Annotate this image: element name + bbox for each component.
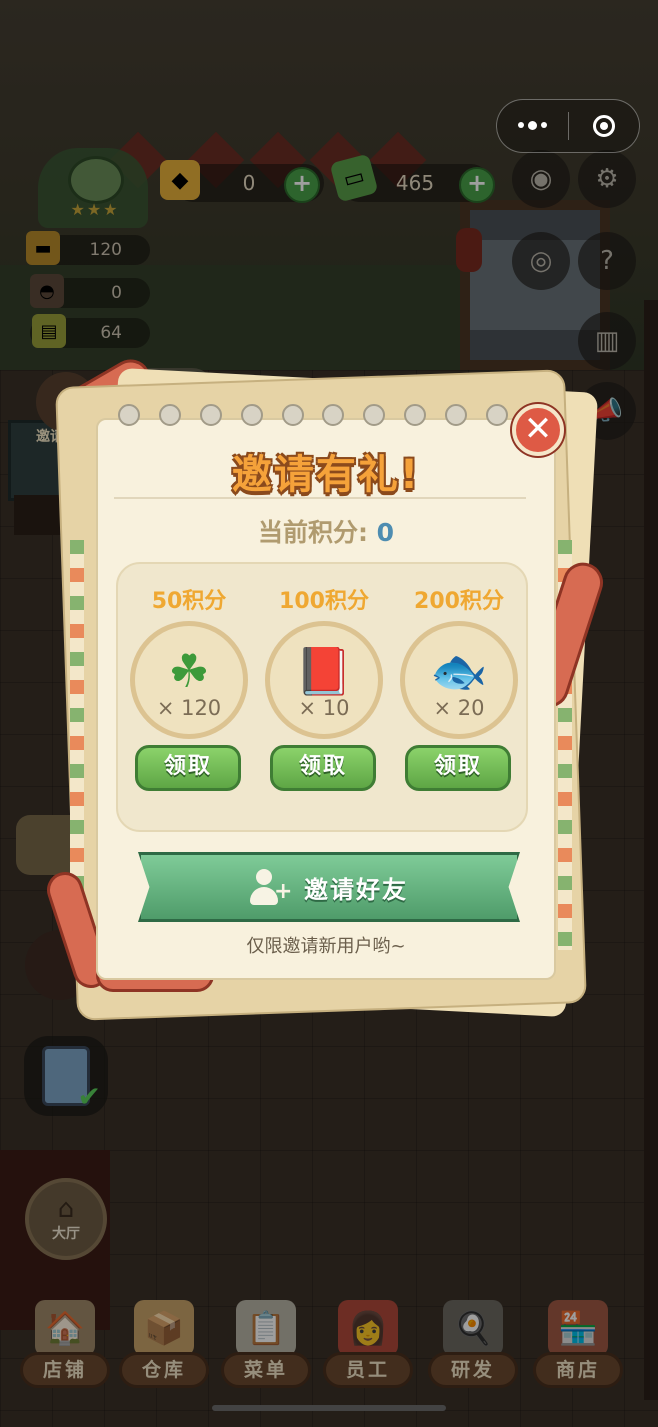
- close-icon: ✕: [523, 409, 553, 449]
- dialog-title: 邀请有礼!: [231, 452, 421, 498]
- close-button[interactable]: ✕: [512, 404, 564, 456]
- reward-quantity: × 120: [156, 696, 222, 720]
- reward-points: 200积分: [414, 589, 504, 614]
- reward-item-slot: 📕 × 10: [265, 621, 383, 739]
- claim-button[interactable]: 领取: [270, 745, 376, 791]
- reward-item-slot: 🐟 × 20: [400, 621, 518, 739]
- more-dots-icon: [517, 121, 547, 130]
- title-divider: [114, 497, 526, 499]
- target-circle-icon: [592, 115, 615, 137]
- reward-points: 50积分: [151, 589, 227, 614]
- clover-icon: ☘: [168, 644, 210, 698]
- exit-button[interactable]: [569, 100, 640, 152]
- add-user-icon: +: [250, 867, 292, 907]
- notebook-rings: [118, 404, 508, 430]
- taiyaki-fish-icon: 🐟: [430, 644, 488, 698]
- reward-item-slot: ☘ × 120: [130, 621, 248, 739]
- score-value: 0: [376, 518, 395, 547]
- invite-friends-label: 邀请好友: [304, 875, 408, 904]
- claim-button[interactable]: 领取: [135, 745, 241, 791]
- invite-note: 仅限邀请新用户哟~: [246, 936, 406, 957]
- reward-quantity: × 10: [298, 696, 350, 720]
- more-button[interactable]: [497, 100, 568, 152]
- claim-button[interactable]: 领取: [405, 745, 511, 791]
- mini-program-capsule: [496, 99, 640, 153]
- reward-tier-1: 50积分 ☘ × 120 领取: [129, 583, 249, 791]
- current-score: 当前积分: 0: [96, 513, 556, 549]
- reward-tier-3: 200积分 🐟 × 20 领取: [399, 583, 519, 791]
- invite-friends-button[interactable]: + 邀请好友: [138, 852, 520, 922]
- book-icon: 📕: [295, 644, 353, 698]
- score-label: 当前积分:: [257, 518, 368, 547]
- reward-tier-2: 100积分 📕 × 10 领取: [264, 583, 384, 791]
- reward-quantity: × 20: [433, 696, 485, 720]
- reward-points: 100积分: [279, 589, 369, 614]
